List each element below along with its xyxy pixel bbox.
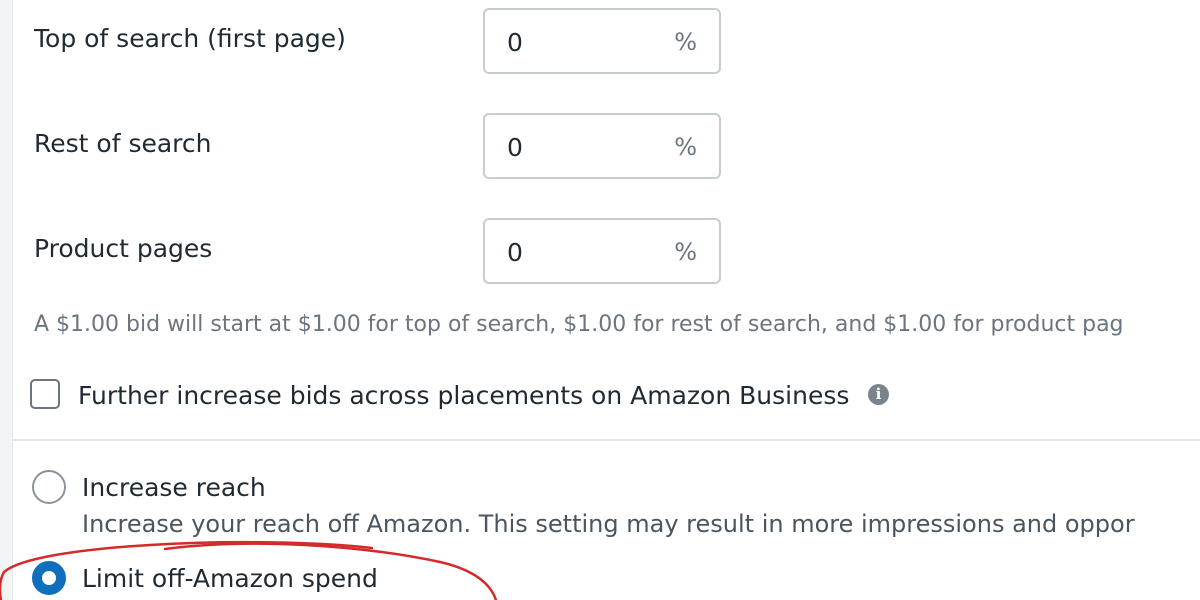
placement-label: Product pages bbox=[34, 234, 213, 263]
rest-of-search-percent-input[interactable]: 0 % bbox=[483, 113, 721, 179]
placement-row-product-pages: Product pages 0 % bbox=[34, 218, 734, 288]
amazon-business-checkbox-label[interactable]: Further increase bids across placements … bbox=[78, 381, 849, 410]
placement-row-top-of-search: Top of search (first page) 0 % bbox=[34, 8, 734, 78]
info-icon[interactable]: i bbox=[868, 384, 889, 405]
input-value: 0 bbox=[507, 133, 523, 162]
bid-helper-text: A $1.00 bid will start at $1.00 for top … bbox=[34, 312, 1124, 337]
radio-option-increase-reach[interactable]: Increase reach bbox=[32, 470, 1200, 506]
percent-unit: % bbox=[674, 28, 697, 56]
placement-row-rest-of-search: Rest of search 0 % bbox=[34, 113, 734, 183]
placement-label: Top of search (first page) bbox=[34, 24, 346, 53]
top-of-search-percent-input[interactable]: 0 % bbox=[483, 8, 721, 74]
input-value: 0 bbox=[507, 238, 523, 267]
percent-unit: % bbox=[674, 238, 697, 266]
panel-left-edge bbox=[0, 0, 13, 600]
limit-off-amazon-spend-label[interactable]: Limit off-Amazon spend bbox=[82, 564, 378, 593]
limit-off-amazon-spend-radio[interactable] bbox=[32, 561, 66, 595]
radio-option-limit-off-amazon-spend[interactable]: Limit off-Amazon spend bbox=[32, 561, 1200, 597]
increase-reach-description: Increase your reach off Amazon. This set… bbox=[82, 510, 1135, 538]
input-value: 0 bbox=[507, 28, 523, 57]
amazon-business-checkbox[interactable] bbox=[30, 379, 60, 409]
percent-unit: % bbox=[674, 133, 697, 161]
placement-label: Rest of search bbox=[34, 129, 212, 158]
product-pages-percent-input[interactable]: 0 % bbox=[483, 218, 721, 284]
section-divider bbox=[12, 439, 1200, 441]
increase-reach-label[interactable]: Increase reach bbox=[82, 473, 266, 502]
increase-reach-radio[interactable] bbox=[32, 470, 66, 504]
